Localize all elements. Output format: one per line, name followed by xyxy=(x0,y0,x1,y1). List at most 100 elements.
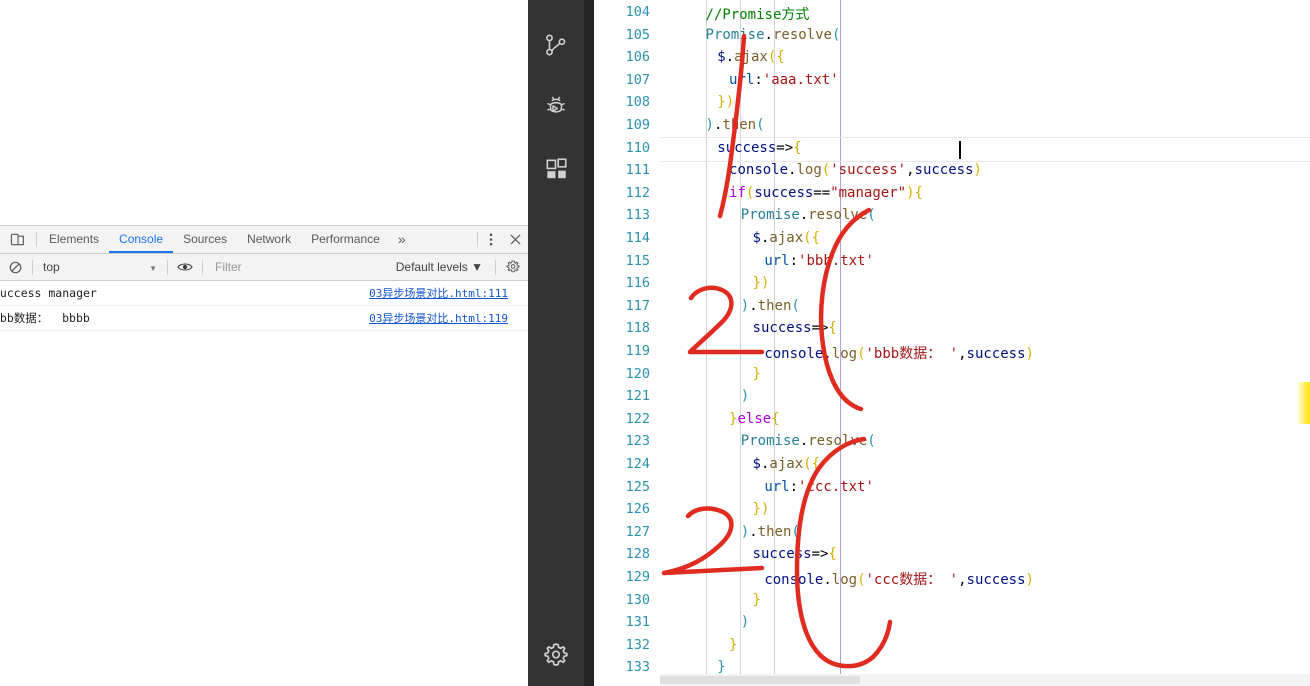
code-token: . xyxy=(749,297,758,314)
console-message-source-link[interactable]: 03异步场景对比.html:111 xyxy=(369,285,508,301)
code-line[interactable]: success=>{ xyxy=(717,140,801,156)
tab-sources[interactable]: Sources xyxy=(173,226,237,253)
code-line[interactable]: }) xyxy=(753,275,770,291)
line-number: 105 xyxy=(625,26,650,43)
code-token: ( xyxy=(791,523,800,540)
code-token: Promise xyxy=(740,207,800,224)
code-token: ) xyxy=(740,523,750,540)
line-number: 112 xyxy=(625,184,650,201)
extensions-icon[interactable] xyxy=(528,138,584,200)
line-number: 109 xyxy=(625,117,650,133)
console-message-text: success manager xyxy=(0,286,97,300)
code-line[interactable]: }) xyxy=(717,94,734,110)
code-content[interactable]: //Promise方式 Promise.resolve( $.ajax({ url:'… xyxy=(660,0,1310,686)
code-line[interactable]: ).then( xyxy=(706,117,765,133)
code-line[interactable]: url:'bbb.txt' xyxy=(764,253,874,269)
line-number: 131 xyxy=(625,614,650,631)
eye-icon[interactable] xyxy=(170,255,200,280)
code-line[interactable]: url:'ccc.txt' xyxy=(764,479,874,495)
code-token: then xyxy=(722,117,757,133)
code-line[interactable]: Promise.resolve( xyxy=(741,433,876,449)
code-token: : xyxy=(754,71,763,88)
code-token: url xyxy=(729,71,755,88)
code-line[interactable]: } xyxy=(753,366,761,382)
code-line[interactable]: } xyxy=(717,659,725,675)
device-toolbar-icon[interactable] xyxy=(0,227,34,253)
code-line[interactable]: if(success=="manager"){ xyxy=(729,185,923,201)
code-token: ) xyxy=(725,94,735,111)
code-token: { xyxy=(811,230,821,246)
code-token: ) xyxy=(1025,572,1034,588)
clear-console-icon[interactable] xyxy=(0,255,30,280)
code-line[interactable]: url:'aaa.txt' xyxy=(729,72,839,88)
code-line[interactable]: success=>{ xyxy=(753,546,837,562)
line-number: 104 xyxy=(625,4,650,20)
code-token: { xyxy=(828,320,837,337)
tab-performance[interactable]: Performance xyxy=(301,226,390,253)
code-token: success xyxy=(754,184,814,201)
code-token: ) xyxy=(906,184,915,201)
code-line[interactable]: console.log('bbb数据： ',success) xyxy=(764,343,1034,363)
filterbar-divider-4 xyxy=(495,259,496,275)
horizontal-scrollbar[interactable] xyxy=(660,674,1310,686)
screen-root: Elements Console Sources Network Perform… xyxy=(0,0,1310,686)
code-line[interactable]: Promise.resolve( xyxy=(706,27,841,43)
filter-input[interactable]: Filter xyxy=(205,260,396,274)
code-line[interactable]: $.ajax({ xyxy=(753,456,820,472)
code-line[interactable]: $.ajax({ xyxy=(753,230,820,246)
minimap-marker[interactable] xyxy=(1296,382,1310,424)
code-line[interactable]: //Promise方式 xyxy=(706,4,810,24)
line-number: 132 xyxy=(625,636,650,653)
tab-elements[interactable]: Elements xyxy=(39,226,109,253)
code-line[interactable]: ) xyxy=(741,388,749,404)
more-vertical-icon[interactable] xyxy=(480,226,502,253)
code-line[interactable]: success=>{ xyxy=(753,320,837,336)
code-line[interactable]: ) xyxy=(741,614,749,630)
line-number: 133 xyxy=(625,659,650,676)
devtools-toolbar-right xyxy=(475,226,528,253)
code-line[interactable]: console.log('ccc数据： ',success) xyxy=(764,569,1034,589)
code-line[interactable]: ).then( xyxy=(741,524,800,540)
line-number: 120 xyxy=(625,365,650,382)
code-editor[interactable]: 104 105 106 107 108 109 110 111 112 113 114 115 116 1… xyxy=(594,0,1310,686)
code-token: success xyxy=(717,139,777,156)
code-line[interactable]: ).then( xyxy=(741,298,800,314)
code-line[interactable]: }else{ xyxy=(729,411,780,427)
code-line[interactable]: $.ajax({ xyxy=(717,49,784,65)
close-icon[interactable] xyxy=(502,226,528,253)
devtools-tabbar: Elements Console Sources Network Perform… xyxy=(0,226,528,254)
scrollbar-thumb[interactable] xyxy=(660,676,860,684)
code-token: { xyxy=(914,184,923,201)
code-token: } xyxy=(752,591,761,608)
line-number: 127 xyxy=(625,523,650,540)
code-line[interactable]: console.log('success',success) xyxy=(729,162,982,178)
code-token: ( xyxy=(857,572,866,588)
code-token: console xyxy=(729,162,789,179)
code-line[interactable]: } xyxy=(729,637,737,653)
indent-guide xyxy=(706,0,707,686)
settings-gear-icon[interactable] xyxy=(528,630,584,680)
devtools-panel: Elements Console Sources Network Perform… xyxy=(0,225,528,686)
tab-console[interactable]: Console xyxy=(109,226,173,253)
run-and-debug-icon[interactable] xyxy=(528,76,584,138)
settings-gear-icon[interactable] xyxy=(498,255,528,280)
code-token: => xyxy=(776,139,794,156)
code-token: ( xyxy=(803,230,812,246)
source-control-icon[interactable] xyxy=(528,14,584,76)
code-line[interactable]: }) xyxy=(753,501,770,517)
console-message-source-link[interactable]: 03异步场景对比.html:119 xyxy=(369,310,508,326)
log-levels-select[interactable]: Default levels ▼ xyxy=(396,260,493,274)
code-token: ) xyxy=(973,162,982,179)
console-output[interactable]: success manager 03异步场景对比.html:111 bbb数据：… xyxy=(0,281,528,331)
tab-overflow-chevron-icon[interactable]: » xyxy=(390,226,414,253)
console-message-row[interactable]: bbb数据： bbbb 03异步场景对比.html:119 xyxy=(0,306,528,331)
console-message-row[interactable]: success manager 03异步场景对比.html:111 xyxy=(0,281,528,306)
code-token: { xyxy=(793,139,802,156)
code-line[interactable]: } xyxy=(753,592,761,608)
code-token: : xyxy=(789,478,799,495)
code-token: $ xyxy=(752,230,761,246)
code-line[interactable]: Promise.resolve( xyxy=(741,207,876,223)
console-context-select[interactable]: top ▼ xyxy=(35,255,165,280)
code-token: } xyxy=(752,365,761,382)
tab-network[interactable]: Network xyxy=(237,226,301,253)
